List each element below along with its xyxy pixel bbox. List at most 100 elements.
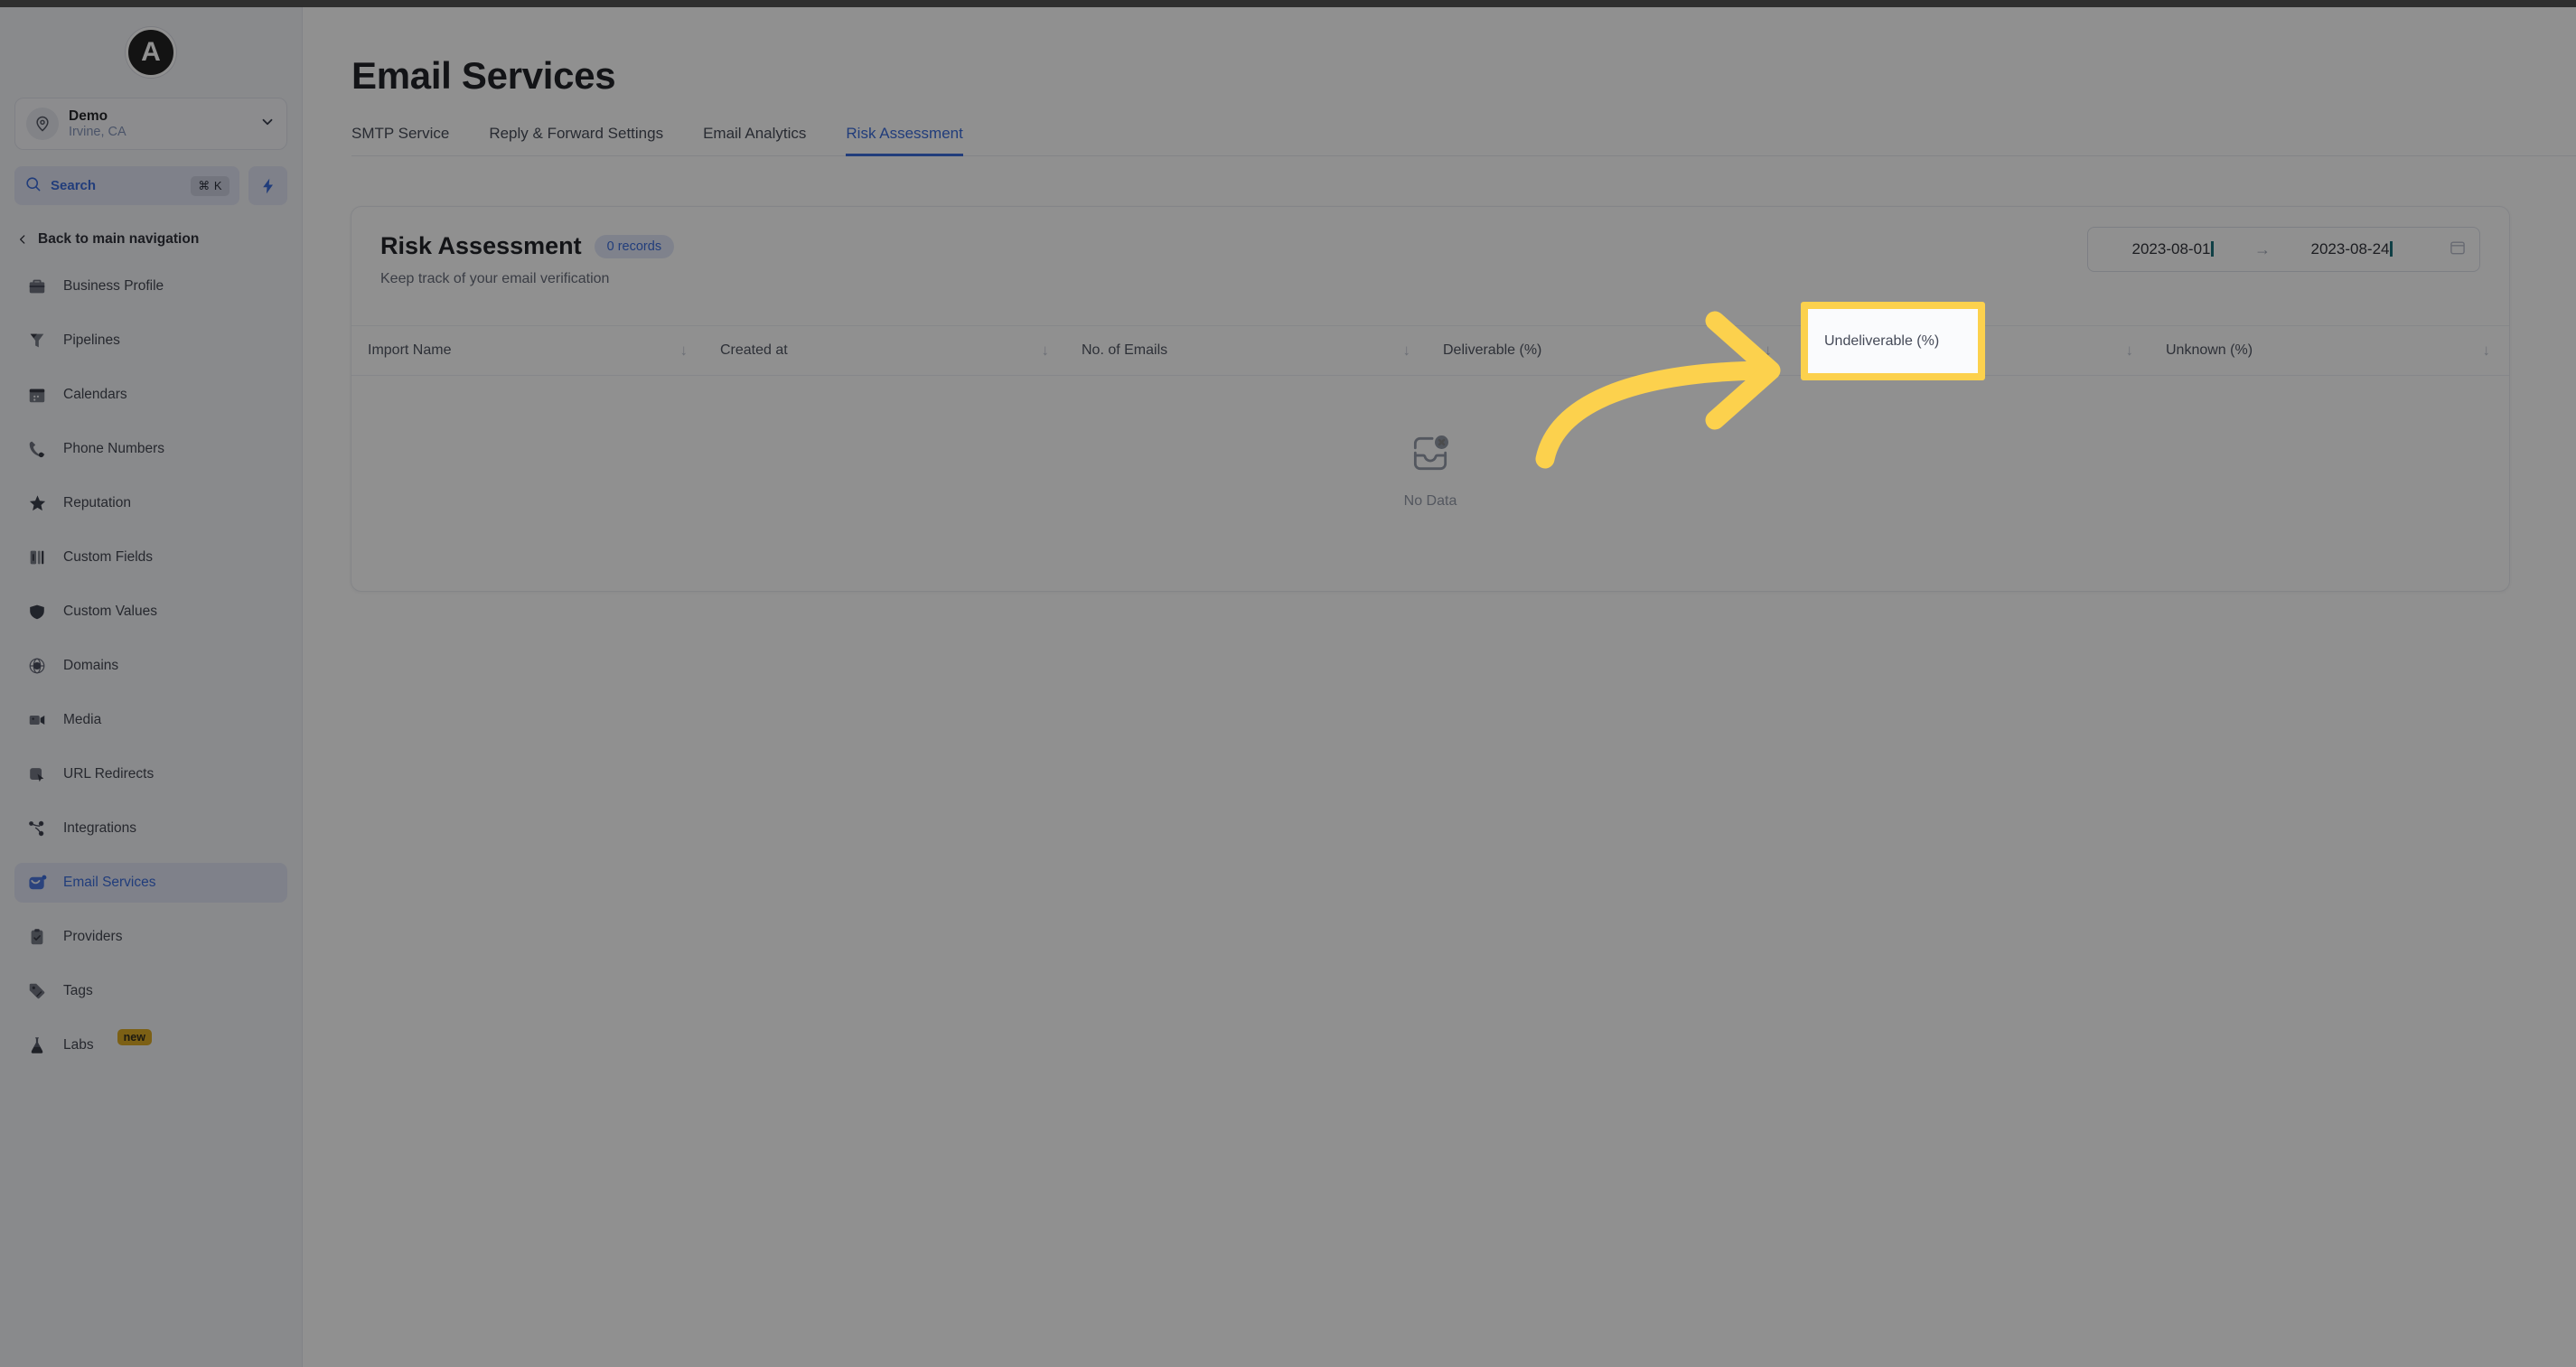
star-icon: [25, 492, 49, 515]
tag-icon: [25, 979, 49, 1003]
text-caret: [2211, 241, 2215, 257]
risk-assessment-card: Risk Assessment 0 records Keep track of …: [351, 206, 2510, 592]
location-sub: Irvine, CA: [69, 125, 126, 140]
globe-icon: [25, 654, 49, 678]
sidebar-item-reputation[interactable]: Reputation: [14, 483, 287, 523]
chevron-down-icon[interactable]: [259, 114, 276, 135]
labs-new-badge: new: [117, 1029, 152, 1045]
sidebar-item-tags[interactable]: Tags: [14, 971, 287, 1011]
sidebar-item-calendars[interactable]: Calendars: [14, 375, 287, 415]
sort-arrow-icon[interactable]: ↓: [680, 342, 688, 360]
column-header-unknown[interactable]: Unknown (%) ↓: [2150, 326, 2506, 375]
column-label: No. of Emails: [1082, 342, 1168, 358]
window-top-strip: [0, 0, 2576, 7]
column-label: Unknown (%): [2166, 342, 2253, 358]
location-text: Demo Irvine, CA: [69, 108, 249, 140]
date-range-end[interactable]: 2023-08-24: [2280, 240, 2424, 258]
page-title: Email Services: [351, 54, 616, 97]
search-row: Search ⌘ K: [14, 166, 287, 205]
clipboard-check-icon: [25, 925, 49, 949]
date-range-picker[interactable]: 2023-08-01 → 2023-08-24: [2087, 227, 2480, 272]
inbox-x-icon: [1408, 431, 1453, 481]
sidebar-item-url-redirects[interactable]: URL Redirects: [14, 754, 287, 794]
date-range-start-value: 2023-08-01: [2131, 240, 2211, 257]
video-icon: [25, 708, 49, 732]
sidebar-item-email-services[interactable]: Email Services: [14, 863, 287, 903]
sidebar-item-custom-fields[interactable]: Custom Fields: [14, 538, 287, 577]
sort-arrow-icon[interactable]: ↓: [1403, 342, 1411, 360]
card-title: Risk Assessment: [380, 232, 582, 259]
column-header-created-at[interactable]: Created at ↓: [704, 326, 1065, 375]
search-label: Search: [51, 178, 97, 193]
records-count-badge: 0 records: [594, 234, 675, 258]
sidebar-item-label: Domains: [63, 658, 119, 673]
sidebar-item-label: Custom Values: [63, 604, 157, 619]
column-header-import-name[interactable]: Import Name ↓: [351, 326, 704, 375]
table-header-row: Import Name ↓ Created at ↓ No. of Emails…: [351, 325, 2509, 376]
workspace-logo-wrap: A: [0, 27, 302, 78]
date-range-end-value: 2023-08-24: [2310, 240, 2390, 257]
column-header-deliverable[interactable]: Deliverable (%) ↓: [1427, 326, 1788, 375]
sidebar-item-pipelines[interactable]: Pipelines: [14, 321, 287, 360]
column-label: Import Name: [368, 342, 452, 358]
sidebar-item-domains[interactable]: Domains: [14, 646, 287, 686]
sort-arrow-icon[interactable]: ↓: [1765, 342, 1773, 360]
quick-actions-button[interactable]: [248, 166, 287, 205]
highlighted-column-label: Undeliverable (%): [1824, 332, 1940, 349]
tab-email-analytics[interactable]: Email Analytics: [683, 125, 826, 155]
sidebar-item-phone-numbers[interactable]: Phone Numbers: [14, 429, 287, 469]
sort-arrow-icon[interactable]: ↓: [2126, 342, 2134, 360]
columns-icon: [25, 546, 49, 569]
column-label: Deliverable (%): [1443, 342, 1542, 358]
back-to-main-navigation[interactable]: Back to main navigation: [16, 225, 302, 254]
search-icon: [24, 175, 42, 197]
card-header: Risk Assessment 0 records Keep track of …: [351, 207, 2509, 287]
shield-icon: [25, 600, 49, 623]
location-pin-icon: [26, 108, 59, 140]
sidebar-item-label: URL Redirects: [63, 766, 155, 782]
column-header-no-of-emails[interactable]: No. of Emails ↓: [1065, 326, 1427, 375]
sidebar-item-label: Integrations: [63, 820, 136, 836]
search-input[interactable]: Search ⌘ K: [14, 166, 239, 205]
nodes-icon: [25, 817, 49, 840]
sidebar-item-media[interactable]: Media: [14, 700, 287, 740]
lightning-icon: [262, 178, 273, 193]
sort-arrow-icon[interactable]: ↓: [2483, 342, 2491, 360]
search-shortcut: ⌘ K: [191, 175, 229, 196]
text-caret: [2390, 241, 2393, 257]
funnel-icon: [25, 329, 49, 352]
table-body-empty: No Data: [351, 376, 2509, 591]
no-data-label: No Data: [1403, 492, 1457, 509]
sidebar-item-labs[interactable]: Labs new: [14, 1025, 287, 1065]
tab-reply-forward-settings[interactable]: Reply & Forward Settings: [469, 125, 683, 155]
cursor-square-icon: [25, 763, 49, 786]
sidebar-item-label: Media: [63, 712, 102, 727]
sidebar-item-business-profile[interactable]: Business Profile: [14, 267, 287, 306]
calendar-icon: [25, 383, 49, 407]
chevron-left-icon: [20, 235, 25, 244]
sidebar-item-label: Custom Fields: [63, 549, 154, 565]
sidebar-item-label: Providers: [63, 929, 123, 944]
workspace-logo[interactable]: A: [126, 27, 176, 78]
location-name: Demo: [69, 108, 108, 124]
tab-smtp-service[interactable]: SMTP Service: [351, 125, 469, 155]
sidebar-item-label: Pipelines: [63, 332, 120, 348]
phone-icon: [25, 437, 49, 461]
sidebar-nav: Business Profile Pipelines Calendars Pho…: [0, 267, 302, 1065]
tab-risk-assessment[interactable]: Risk Assessment: [826, 125, 982, 156]
sidebar-item-providers[interactable]: Providers: [14, 917, 287, 957]
sort-arrow-icon[interactable]: ↓: [1042, 342, 1050, 360]
back-label: Back to main navigation: [38, 231, 200, 247]
card-subtitle: Keep track of your email verification: [380, 271, 610, 286]
sidebar-item-custom-values[interactable]: Custom Values: [14, 592, 287, 632]
sidebar-item-label: Labs: [63, 1037, 94, 1053]
location-switcher[interactable]: Demo Irvine, CA: [14, 98, 287, 150]
envelope-icon: [25, 871, 49, 894]
highlight-box-undeliverable-column[interactable]: Undeliverable (%): [1801, 302, 1985, 380]
date-range-start[interactable]: 2023-08-01: [2101, 240, 2245, 258]
calendar-icon[interactable]: [2449, 239, 2467, 261]
main-content: Email Services SMTP Service Reply & Forw…: [303, 7, 2576, 1367]
sidebar-item-label: Phone Numbers: [63, 441, 165, 456]
sidebar-item-integrations[interactable]: Integrations: [14, 809, 287, 848]
sidebar-item-label: Email Services: [63, 875, 156, 890]
